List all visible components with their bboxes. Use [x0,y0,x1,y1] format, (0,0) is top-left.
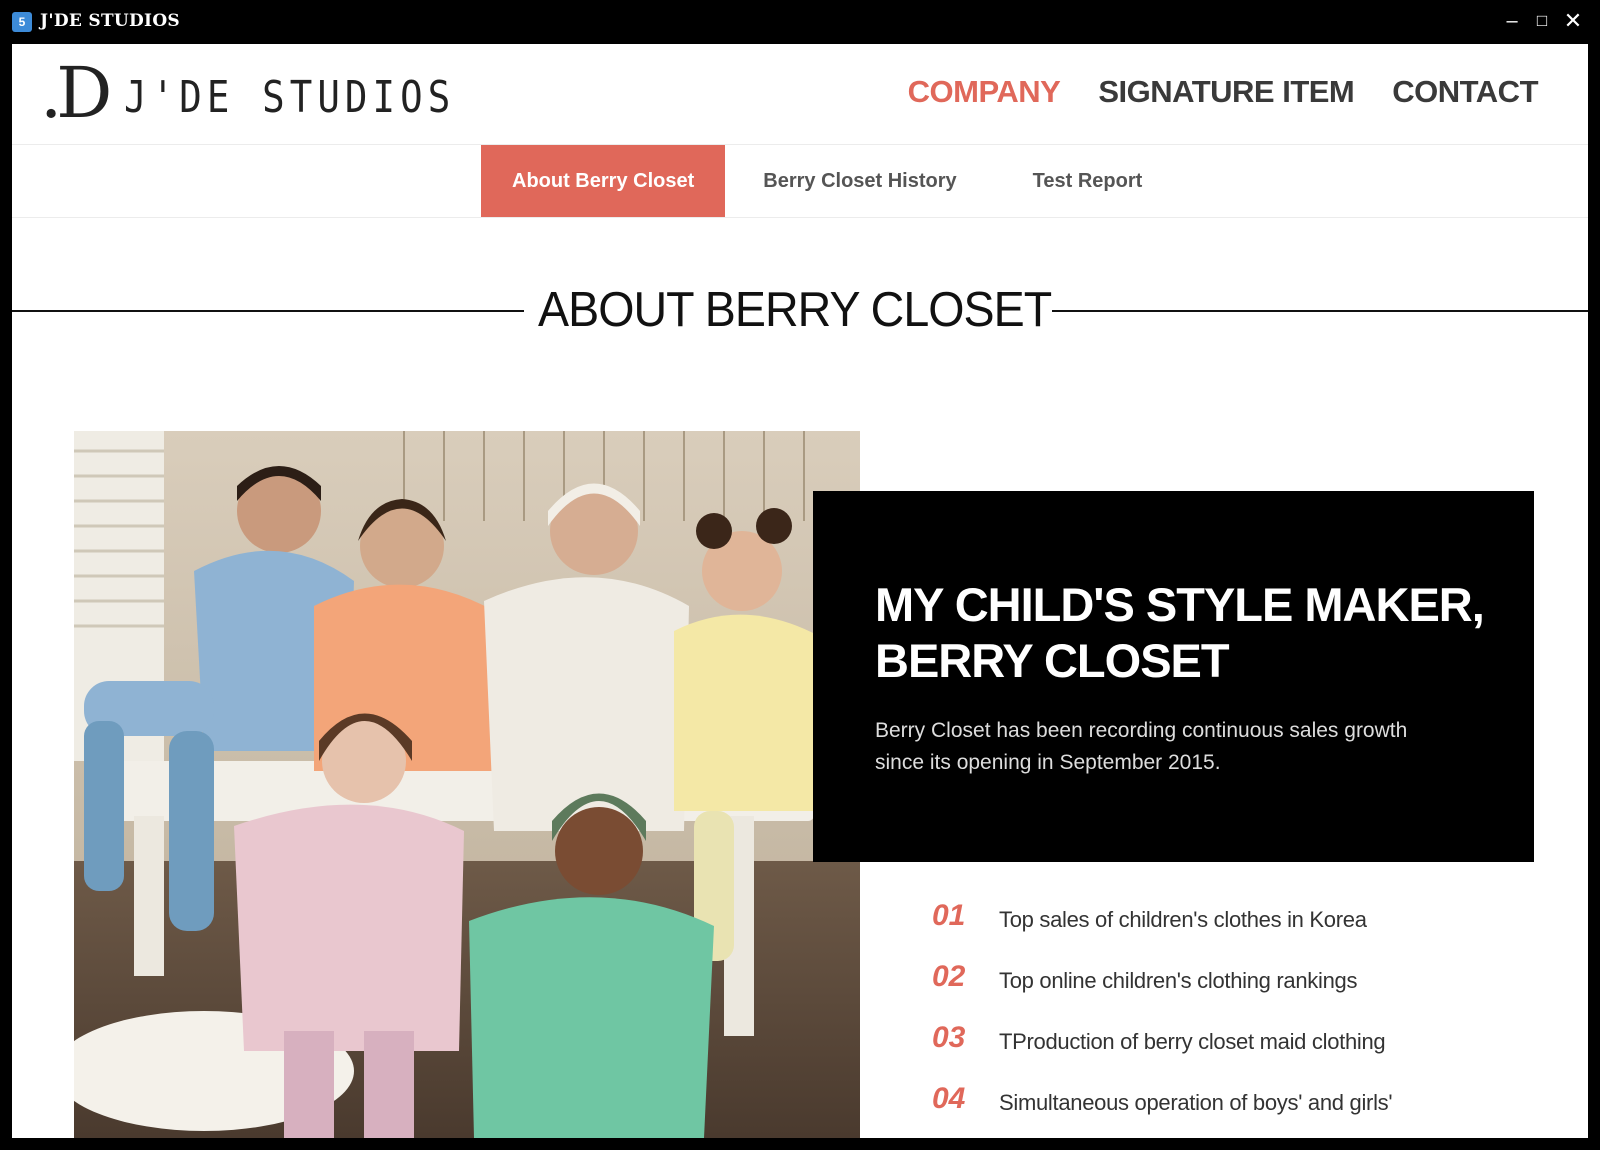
feature-number: 02 [932,960,966,993]
brand-logo-mark[interactable]: .D [40,58,112,128]
hero-card: MY CHILD'S STYLE MAKER, BERRY CLOSET Ber… [813,491,1534,862]
divider-left [12,310,524,312]
hero-headline-line-1: MY CHILD'S STYLE MAKER, [875,578,1485,631]
feature-text: Top sales of children's clothes in Korea [999,907,1367,932]
feature-number: 03 [932,1021,966,1054]
divider-right [1052,310,1588,312]
section-heading: ABOUT BERRY CLOSET [12,282,1588,342]
nav-contact[interactable]: CONTACT [1392,74,1538,110]
list-item: 03 TProduction of berry closet maid clot… [932,1021,1532,1061]
feature-number: 01 [932,899,966,932]
tab-test-report[interactable]: Test Report [995,145,1181,217]
feature-text: TProduction of berry closet maid clothin… [999,1029,1386,1054]
app-window: 5 J'DE STUDIOS – □ ✕ .D J'DE STUDIOS COM… [0,0,1600,1150]
list-item: 02 Top online children's clothing rankin… [932,960,1532,1000]
hero-description-line-1: Berry Closet has been recording continuo… [875,719,1408,742]
tab-berry-closet-history[interactable]: Berry Closet History [725,145,994,217]
nav-signature-item[interactable]: SIGNATURE ITEM [1098,74,1354,110]
page-content: .D J'DE STUDIOS COMPANY SIGNATURE ITEM C… [12,44,1588,1138]
hero-description: Berry Closet has been recording continuo… [875,715,1515,779]
sub-nav: About Berry Closet Berry Closet History … [12,145,1588,218]
brand-logo-text[interactable]: J'DE STUDIOS [124,72,455,123]
list-item: 04 Simultaneous operation of boys' and g… [932,1082,1532,1122]
nav-company[interactable]: COMPANY [908,74,1061,110]
feature-text: Top online children's clothing rankings [999,968,1358,993]
main-nav: COMPANY SIGNATURE ITEM CONTACT [908,74,1539,110]
list-item: 01 Top sales of children's clothes in Ko… [932,899,1532,939]
window-title: J'DE STUDIOS [40,11,180,31]
children-group-photo [74,431,860,1138]
tab-about-berry-closet[interactable]: About Berry Closet [481,145,726,217]
site-header: .D J'DE STUDIOS COMPANY SIGNATURE ITEM C… [12,44,1588,145]
hero-description-line-2: since its opening in September 2015. [875,751,1221,774]
close-button[interactable]: ✕ [1558,6,1588,36]
hero-headline: MY CHILD'S STYLE MAKER, BERRY CLOSET [875,577,1485,689]
maximize-button[interactable]: □ [1527,6,1557,36]
minimize-button[interactable]: – [1497,6,1527,36]
title-bar[interactable]: 5 J'DE STUDIOS – □ ✕ [0,0,1600,44]
feature-number: 04 [932,1082,966,1115]
html5-icon: 5 [12,12,32,32]
hero-headline-line-2: BERRY CLOSET [875,634,1230,687]
page-title: ABOUT BERRY CLOSET [538,283,1052,337]
feature-text: Simultaneous operation of boys' and girl… [999,1090,1393,1115]
